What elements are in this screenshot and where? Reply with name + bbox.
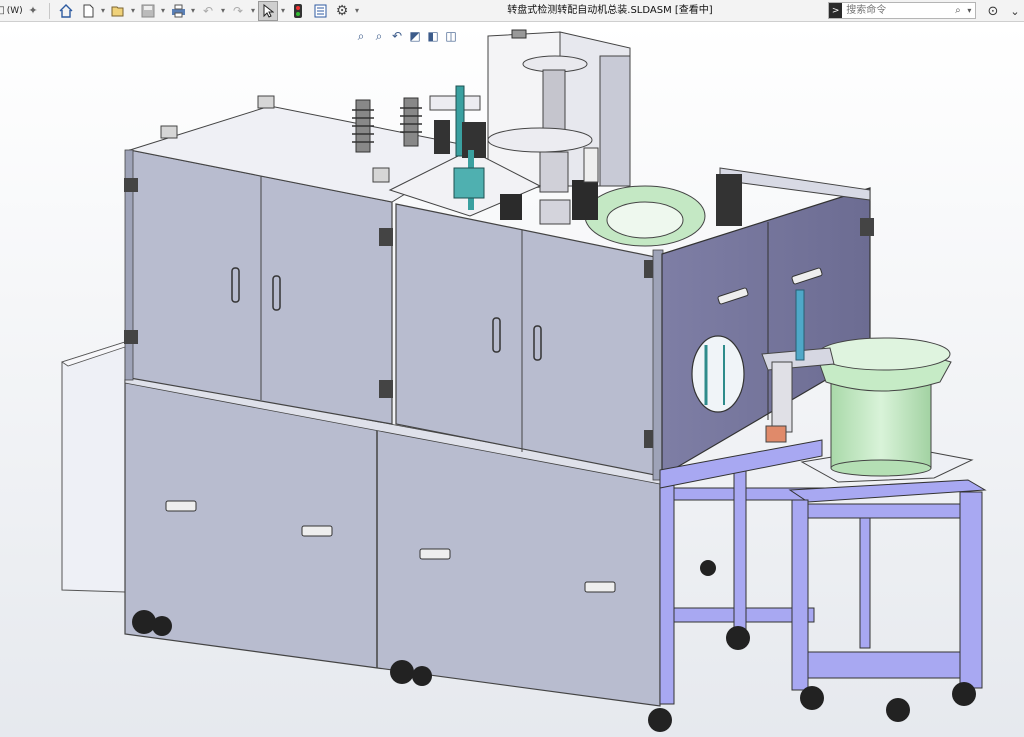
rebuild-button[interactable]: [288, 1, 308, 21]
drawer-handle: [419, 548, 451, 560]
user-icon: ⊙: [987, 3, 999, 19]
view-orientation-icon: ◧: [427, 29, 439, 43]
command-search[interactable]: > ⌕ ▾: [828, 2, 976, 19]
save-button[interactable]: [138, 1, 158, 21]
menu-window-button[interactable]: □ (W): [0, 1, 23, 21]
press-column-assembly: [487, 29, 631, 193]
help-button[interactable]: ⊙: [984, 2, 1002, 20]
hinge: [860, 218, 874, 236]
section-view-icon: ◩: [409, 29, 421, 43]
document-title: 转盘式检测转配自动机总装.SLDASM [查看中]: [507, 5, 713, 16]
zoom-to-fit-icon: ⌕: [357, 28, 365, 43]
undo-button[interactable]: ↶: [198, 1, 218, 21]
toolbar-separator: [49, 2, 50, 19]
select-icon: [263, 3, 274, 18]
redo-icon: ↷: [232, 3, 244, 18]
hinge: [124, 330, 138, 344]
redo-button[interactable]: ↷: [228, 1, 248, 21]
select-dropdown[interactable]: ▾: [279, 1, 287, 21]
zoom-to-fit-button[interactable]: ⌕: [352, 27, 370, 45]
hinge: [379, 380, 393, 398]
assembly-model: [0, 23, 1024, 737]
home-icon: [59, 3, 73, 18]
pin-button[interactable]: ✦: [23, 1, 43, 21]
hinge: [379, 228, 393, 246]
undo-dropdown[interactable]: ▾: [219, 1, 227, 21]
open-icon: [111, 6, 123, 16]
undo-icon: ↶: [202, 3, 214, 18]
pin-icon: ✦: [28, 4, 38, 17]
new-dropdown[interactable]: ▾: [99, 1, 107, 21]
new-button[interactable]: [78, 1, 98, 21]
print-button[interactable]: [168, 1, 188, 21]
open-dropdown[interactable]: ▾: [129, 1, 137, 21]
home-button[interactable]: [56, 1, 76, 21]
search-input[interactable]: [842, 4, 953, 17]
save-icon: [141, 4, 155, 17]
open-button[interactable]: [108, 1, 128, 21]
print-icon: [171, 4, 185, 17]
hinge: [124, 178, 138, 192]
command-icon: >: [829, 3, 843, 18]
file-properties-button[interactable]: [310, 1, 330, 21]
select-button[interactable]: [258, 0, 278, 21]
drawer-handle: [301, 525, 333, 537]
previous-view-button[interactable]: ↶: [388, 27, 406, 45]
display-style-button[interactable]: ◫: [442, 27, 460, 45]
new-icon: [83, 4, 94, 17]
zoom-area-button[interactable]: ⌕: [370, 27, 388, 45]
zoom-area-icon: ⌕: [375, 28, 383, 43]
options-dropdown[interactable]: ▾: [353, 1, 361, 21]
view-orientation-button[interactable]: ◧: [424, 27, 442, 45]
view-toolbar: ⌕ ⌕ ↶ ◩ ◧ ◫: [352, 26, 460, 46]
search-icon[interactable]: ⌕: [952, 5, 963, 16]
print-dropdown[interactable]: ▾: [189, 1, 197, 21]
more-button[interactable]: ⌄: [1006, 2, 1024, 20]
rebuild-icon: [294, 3, 302, 18]
display-style-icon: ◫: [445, 29, 457, 43]
file-properties-icon: [314, 4, 326, 17]
chevron-down-icon: ⌄: [1010, 4, 1020, 18]
search-dropdown[interactable]: ▾: [964, 6, 975, 15]
drawer-handle: [584, 581, 616, 593]
options-button[interactable]: ⚙: [332, 1, 352, 21]
drawer-handle: [165, 500, 197, 512]
inspection-window: [691, 335, 745, 413]
options-icon: ⚙: [335, 2, 349, 19]
left-side-panel: [61, 341, 129, 593]
graphics-area[interactable]: [0, 23, 1024, 737]
redo-dropdown[interactable]: ▾: [249, 1, 257, 21]
section-view-button[interactable]: ◩: [406, 27, 424, 45]
previous-view-icon: ↶: [391, 29, 403, 43]
save-dropdown[interactable]: ▾: [159, 1, 167, 21]
